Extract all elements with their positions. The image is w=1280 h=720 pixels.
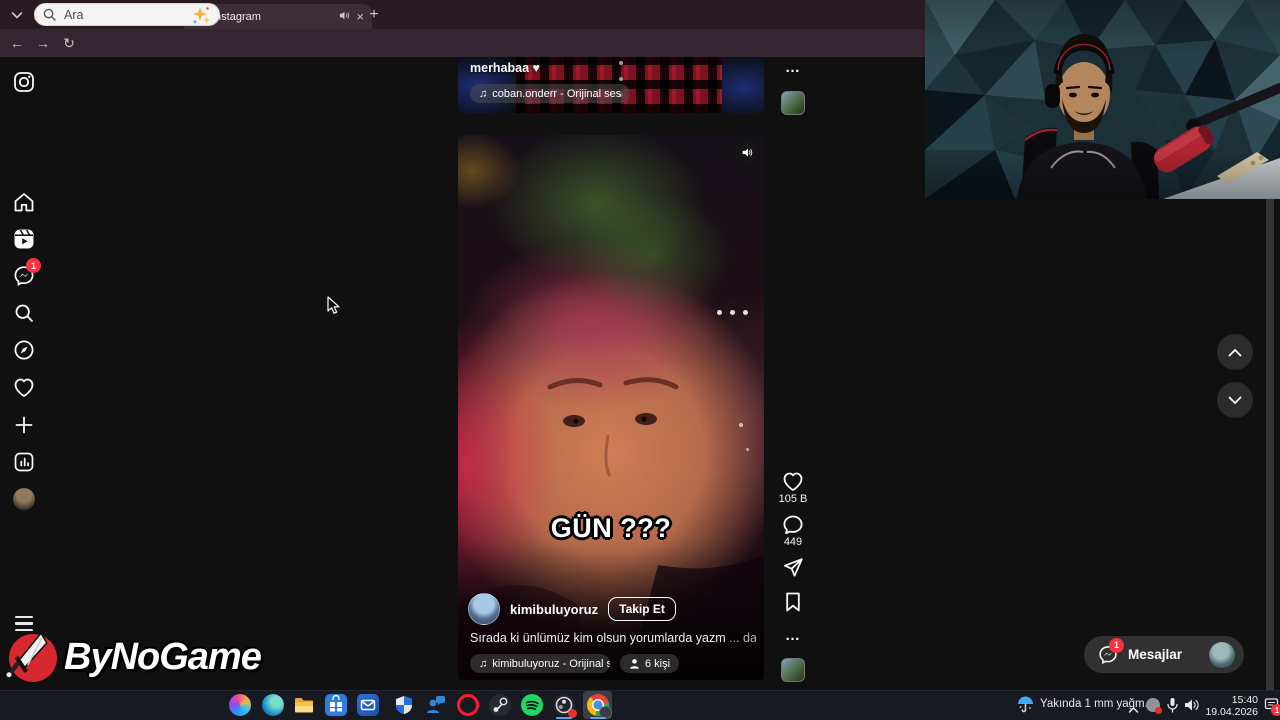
chrome-running-indicator xyxy=(590,717,606,719)
search-icon xyxy=(43,8,56,21)
tray-app-icon[interactable] xyxy=(1146,698,1162,714)
opera-icon[interactable] xyxy=(457,694,479,716)
menu-icon[interactable] xyxy=(15,616,33,632)
previous-reel-caption: merhabaa ♥ xyxy=(470,61,540,75)
close-tab-icon[interactable]: × xyxy=(356,10,364,23)
reels-icon[interactable] xyxy=(12,227,36,251)
follow-button[interactable]: Takip Et xyxy=(608,597,676,621)
file-explorer-icon[interactable] xyxy=(293,694,315,716)
taskbar-search[interactable]: Ara xyxy=(34,3,220,26)
notification-center-button[interactable]: 1 xyxy=(1264,697,1280,717)
chevron-up-icon xyxy=(1228,348,1242,356)
caption-text: Sırada ki ünlümüz kim olsun yorumlarda y… xyxy=(470,631,726,645)
video-subtitle: GÜN ??? xyxy=(550,513,672,543)
messages-button[interactable]: 1 Mesajlar xyxy=(1084,636,1244,673)
share-icon xyxy=(784,558,803,577)
previous-reel-audio[interactable]: ♫ coban.onderr - Orijinal ses xyxy=(470,84,631,103)
instagram-logo-icon[interactable] xyxy=(12,70,36,94)
microsoft-store-icon[interactable] xyxy=(325,694,347,716)
new-tab-button[interactable]: + xyxy=(364,5,384,25)
clock-date: 19.04.2026 xyxy=(1205,706,1258,718)
weather-icon[interactable] xyxy=(1016,695,1035,719)
defender-icon[interactable] xyxy=(393,694,415,716)
copilot-icon[interactable] xyxy=(229,694,251,716)
messages-badge: 1 xyxy=(1109,637,1124,653)
audio-toggle-button[interactable] xyxy=(734,139,760,165)
chevron-down-icon xyxy=(1228,396,1242,404)
outlook-icon[interactable] xyxy=(357,694,379,716)
tray-chevron-icon[interactable] xyxy=(1128,701,1139,719)
previous-reel-more-button[interactable]: … xyxy=(781,59,805,76)
bynogame-logo-icon xyxy=(6,631,57,682)
notification-badge: 1 xyxy=(1271,704,1280,716)
tab-search-icon[interactable] xyxy=(8,6,26,24)
next-reel-button[interactable] xyxy=(1217,382,1253,418)
more-options-button[interactable]: … xyxy=(781,627,805,644)
creator-username[interactable]: kimibuluyoruz xyxy=(510,602,598,617)
profile-avatar[interactable] xyxy=(13,488,35,510)
explore-icon[interactable] xyxy=(12,338,36,362)
creator-avatar[interactable] xyxy=(468,593,500,625)
notifications-icon[interactable] xyxy=(12,376,36,400)
insights-icon[interactable] xyxy=(12,450,36,474)
music-note-icon: ♫ xyxy=(479,87,488,100)
reload-button[interactable]: ↻ xyxy=(58,33,80,53)
like-button[interactable] xyxy=(781,470,805,494)
comment-icon xyxy=(783,515,803,535)
streamer-webcam xyxy=(925,0,1280,199)
forward-button[interactable]: → xyxy=(32,33,54,53)
edge-icon[interactable] xyxy=(262,694,284,716)
people-chat-icon[interactable] xyxy=(425,694,447,716)
previous-reel-button[interactable] xyxy=(1217,334,1253,370)
create-icon[interactable] xyxy=(12,413,36,437)
spotify-icon[interactable] xyxy=(521,694,543,716)
reel-audio[interactable]: ♫ kimibuluyoruz - Orijinal s xyxy=(470,654,610,673)
comment-button[interactable] xyxy=(781,513,805,537)
search-icon[interactable] xyxy=(12,301,36,325)
previous-reel-audio-thumbnail[interactable] xyxy=(781,91,805,115)
watchers-count: 6 kişi xyxy=(645,657,671,670)
microphone-tray-icon[interactable] xyxy=(1166,697,1179,718)
webcam-scene xyxy=(925,0,1280,199)
audio-title: kimibuluyoruz - Orijinal s xyxy=(492,657,610,670)
messenger-icon[interactable]: 1 xyxy=(12,258,41,288)
search-placeholder: Ara xyxy=(64,7,84,22)
reel-player[interactable]: GÜN ??? kimibuluyoruz Takip Et Sırada ki… xyxy=(458,135,764,680)
bynogame-wordmark: ByNoGame xyxy=(64,635,262,678)
home-icon[interactable] xyxy=(12,190,36,214)
heart-icon xyxy=(783,472,803,491)
speaker-icon xyxy=(742,147,752,157)
bing-sparkle-icon xyxy=(192,6,210,24)
save-button[interactable] xyxy=(781,590,805,614)
clock-time: 15:40 xyxy=(1231,694,1258,706)
chrome-icon[interactable] xyxy=(587,694,612,719)
obs-icon[interactable] xyxy=(553,694,577,718)
steam-icon[interactable] xyxy=(489,694,511,716)
reel-caption[interactable]: Sırada ki ünlümüz kim olsun yorumlarda y… xyxy=(470,631,756,645)
messages-avatar xyxy=(1209,641,1235,668)
tab-audio-icon[interactable] xyxy=(339,10,350,24)
screen: (580) İŞİ SADECE GÜLÜMSETM × Instagram ×… xyxy=(0,0,1280,720)
bookmark-icon xyxy=(786,592,800,612)
mouse-cursor xyxy=(326,296,344,320)
messenger-badge: 1 xyxy=(26,258,41,273)
music-note-icon: ♫ xyxy=(479,657,488,670)
previous-reel[interactable]: merhabaa ♥ ♫ coban.onderr - Orijinal ses xyxy=(458,57,764,113)
comment-count: 449 xyxy=(783,536,803,548)
like-count: 105 B xyxy=(778,493,808,505)
audio-thumbnail[interactable] xyxy=(781,658,805,682)
obs-running-indicator xyxy=(556,717,572,719)
caption-more-button[interactable]: ... daha fazla xyxy=(729,631,756,645)
share-button[interactable] xyxy=(781,556,805,580)
back-button[interactable]: ← xyxy=(6,33,28,53)
tab-title: Instagram xyxy=(212,10,261,23)
messages-label: Mesajlar xyxy=(1128,647,1183,662)
person-icon xyxy=(630,659,639,669)
audio-title: coban.onderr - Orijinal ses xyxy=(492,87,622,100)
messenger-icon: 1 xyxy=(1097,637,1124,666)
watchers-pill[interactable]: 6 kişi xyxy=(620,654,680,673)
taskbar-clock[interactable]: 15:40 19.04.2026 xyxy=(1194,694,1258,718)
stream-brand: ByNoGame xyxy=(6,630,262,684)
